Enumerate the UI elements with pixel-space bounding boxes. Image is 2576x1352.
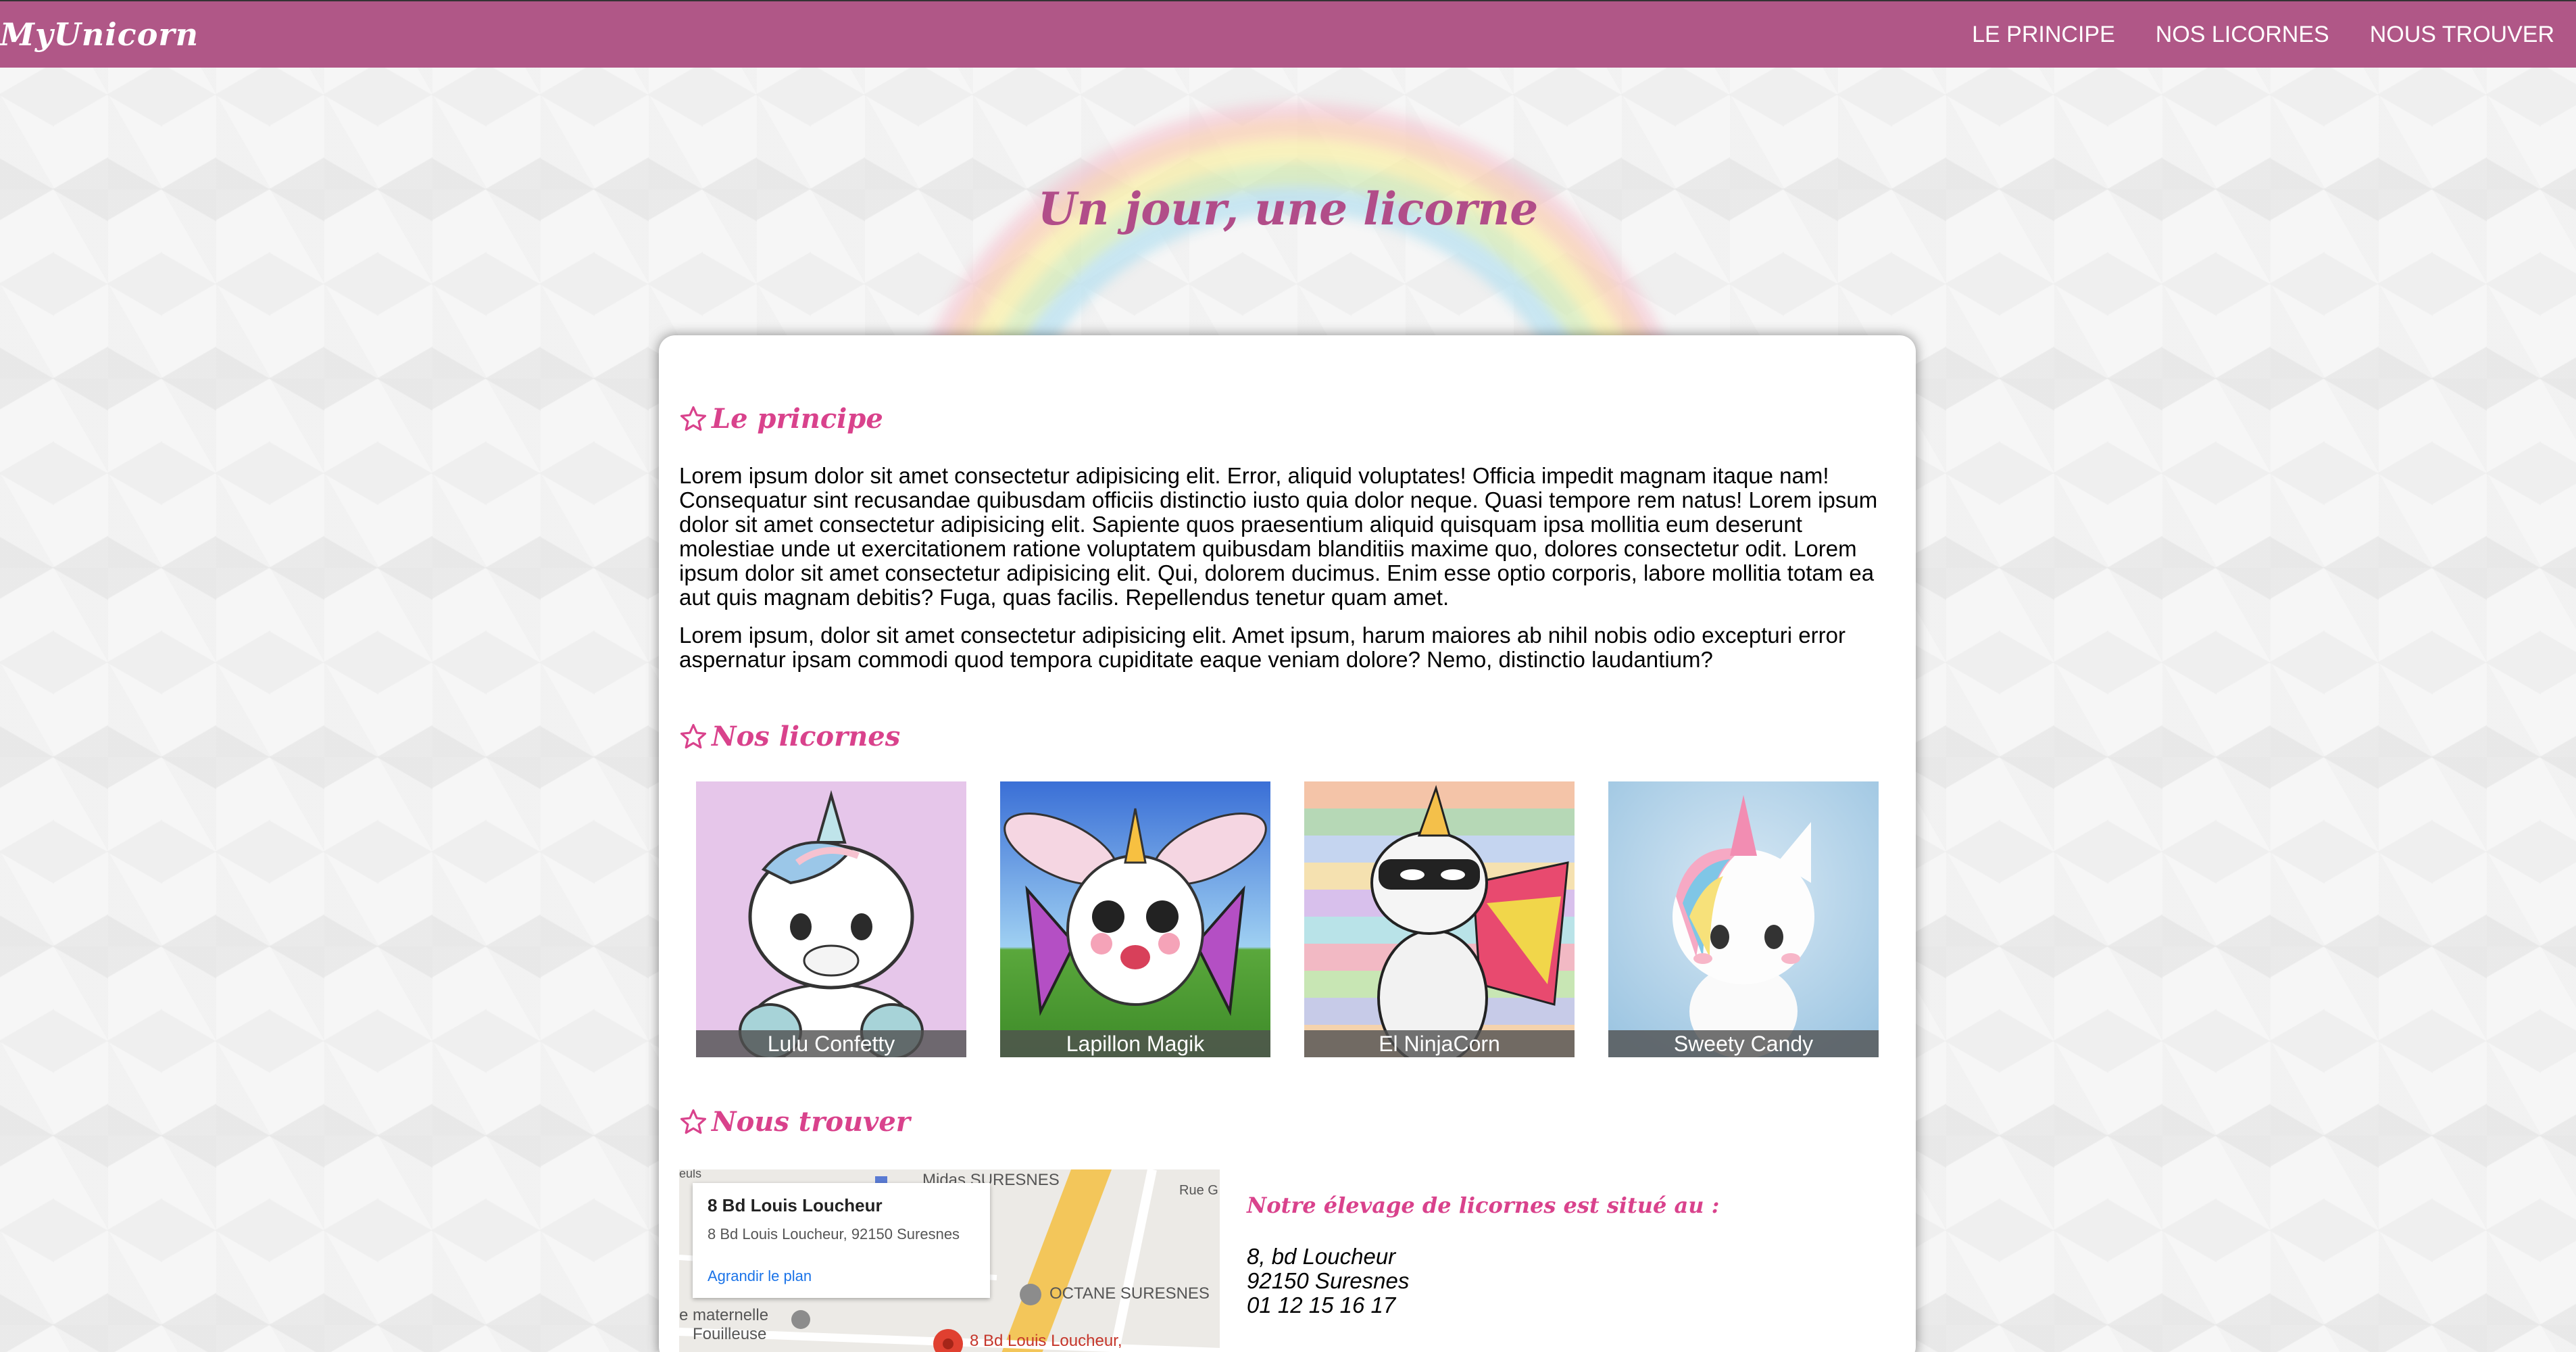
map-label: Rue G xyxy=(1179,1183,1218,1198)
location-map[interactable]: Midas SURESNES OCTANE SURESNES Rue G 8 B… xyxy=(679,1169,1220,1352)
unicorn-ninjacorn-image xyxy=(1304,781,1575,1057)
star-icon xyxy=(680,1109,707,1134)
unicorn-gallery: Lulu Confetty Lapillon Magik El NinjaCor… xyxy=(696,781,1879,1057)
nav-nous-trouver[interactable]: NOUS TROUVER xyxy=(2370,22,2554,48)
section-title-principe: Le principe xyxy=(679,403,883,435)
principe-paragraph-1: Lorem ipsum dolor sit amet consectetur a… xyxy=(679,463,1878,610)
site-logo[interactable]: MyUnicorn xyxy=(0,16,199,53)
unicorn-name: El NinjaCorn xyxy=(1304,1030,1575,1057)
address-phone: 01 12 15 16 17 xyxy=(1247,1293,1396,1318)
address-street: 8, bd Loucheur xyxy=(1247,1244,1396,1269)
map-label: OCTANE SURESNES xyxy=(1049,1284,1210,1303)
address-city: 92150 Suresnes xyxy=(1247,1268,1410,1293)
principe-paragraph-2: Lorem ipsum, dolor sit amet consectetur … xyxy=(679,623,1846,672)
map-popup-title: 8 Bd Louis Loucheur xyxy=(708,1195,883,1215)
hero-title: Un jour, une licorne xyxy=(1037,183,1539,235)
address-block: 8, bd Loucheur 92150 Suresnes 01 12 15 1… xyxy=(1247,1245,1409,1318)
section-title-text: Nous trouver xyxy=(712,1106,910,1138)
nav-le-principe[interactable]: LE PRINCIPE xyxy=(1972,22,2115,48)
map-label: 8 Bd Louis Loucheur, xyxy=(970,1332,1122,1350)
map-label: euls xyxy=(679,1169,702,1180)
unicorn-name: Sweety Candy xyxy=(1608,1030,1879,1057)
main-nav: LE PRINCIPE NOS LICORNES NOUS TROUVER xyxy=(1972,22,2576,48)
enlarge-map-link[interactable]: Agrandir le plan xyxy=(708,1268,975,1285)
star-icon xyxy=(680,723,707,748)
map-info-popup: 8 Bd Louis Loucheur 8 Bd Louis Loucheur,… xyxy=(693,1183,990,1298)
section-title-text: Nos licornes xyxy=(712,721,901,752)
unicorn-card[interactable]: Sweety Candy xyxy=(1608,781,1879,1057)
unicorn-lulu-image xyxy=(696,781,966,1057)
section-title-text: Le principe xyxy=(712,403,883,435)
map-label: e maternelle xyxy=(679,1306,769,1324)
map-label: Fouilleuse xyxy=(693,1325,767,1343)
content-card: Le principe Lorem ipsum dolor sit amet c… xyxy=(659,335,1916,1352)
section-title-trouver: Nous trouver xyxy=(679,1106,910,1138)
unicorn-card[interactable]: Lulu Confetty xyxy=(696,781,966,1057)
unicorn-sweety-image xyxy=(1608,781,1879,1057)
star-icon xyxy=(680,406,707,431)
unicorn-name: Lapillon Magik xyxy=(1000,1030,1270,1057)
unicorn-name: Lulu Confetty xyxy=(696,1030,966,1057)
site-header: MyUnicorn LE PRINCIPE NOS LICORNES NOUS … xyxy=(0,0,2576,68)
address-heading: Notre élevage de licornes est situé au : xyxy=(1247,1192,1720,1218)
map-popup-address: 8 Bd Louis Loucheur, 92150 Suresnes xyxy=(708,1226,960,1242)
unicorn-card[interactable]: Lapillon Magik xyxy=(1000,781,1270,1057)
unicorn-lapillon-image xyxy=(1000,781,1270,1057)
unicorn-card[interactable]: El NinjaCorn xyxy=(1304,781,1575,1057)
section-title-licornes: Nos licornes xyxy=(679,721,900,752)
nav-nos-licornes[interactable]: NOS LICORNES xyxy=(2156,22,2329,48)
